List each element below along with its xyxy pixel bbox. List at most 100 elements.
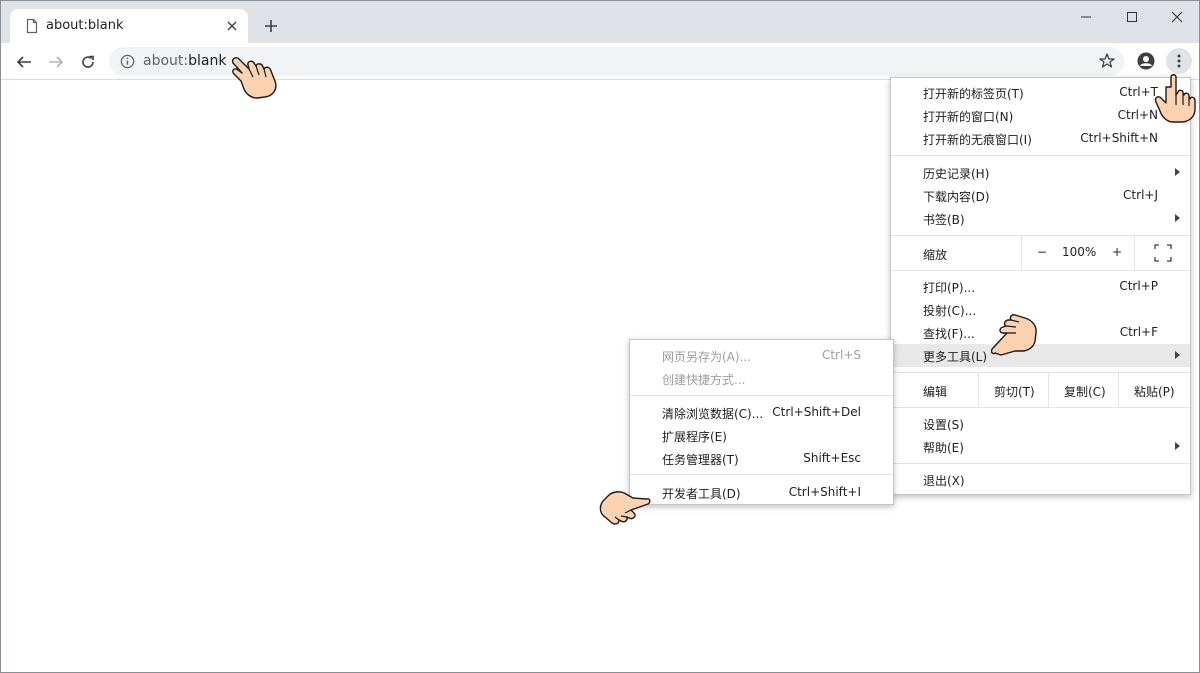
menu-item-label: 创建快捷方式... (662, 373, 746, 387)
zoom-in-button[interactable]: + (1112, 245, 1122, 259)
url-scheme: about: (143, 53, 189, 69)
submenu-item-create-shortcut[interactable]: 创建快捷方式... (630, 367, 893, 390)
menu-item-shortcut: Ctrl+F (1119, 325, 1158, 339)
menu-divider (1118, 373, 1119, 407)
submenu-item-task-manager[interactable]: 任务管理器(T) Shift+Esc (630, 447, 893, 470)
maximize-icon (1127, 12, 1137, 22)
arrow-left-icon (16, 56, 31, 68)
zoom-level: 100% (1062, 245, 1097, 259)
menu-divider (630, 395, 893, 396)
submenu-item-dev-tools[interactable]: 开发者工具(D) Ctrl+Shift+I (630, 481, 893, 504)
main-menu-button[interactable] (1166, 48, 1192, 74)
main-menu: 打开新的标签页(T) Ctrl+T 打开新的窗口(N) Ctrl+N 打开新的无… (890, 77, 1191, 495)
menu-item-label: 任务管理器(T) (662, 453, 739, 467)
zoom-label: 缩放 (923, 248, 948, 262)
menu-item-shortcut: Shift+Esc (803, 451, 861, 465)
profile-icon[interactable] (1136, 51, 1156, 71)
maximize-button[interactable] (1118, 7, 1146, 27)
cut-button[interactable]: 剪切(T) (994, 383, 1035, 400)
menu-item-label: 下载内容(D) (923, 190, 990, 204)
menu-item-new-tab[interactable]: 打开新的标签页(T) Ctrl+T (891, 81, 1190, 104)
menu-divider (1048, 373, 1049, 407)
menu-item-help[interactable]: 帮助(E) (891, 435, 1190, 458)
menu-item-label: 打开新的无痕窗口(I) (923, 133, 1032, 147)
pointing-hand-icon (231, 57, 277, 99)
pointing-hand-icon (599, 491, 651, 525)
back-button[interactable] (13, 51, 35, 73)
menu-divider (891, 270, 1190, 271)
menu-item-label: 打开新的标签页(T) (923, 87, 1024, 101)
menu-item-label: 打开新的窗口(N) (923, 110, 1014, 124)
menu-divider (1021, 236, 1022, 270)
chevron-right-icon (1175, 214, 1180, 222)
submenu-item-extensions[interactable]: 扩展程序(E) (630, 424, 893, 447)
tab-about-blank[interactable]: about:blank (10, 9, 248, 43)
menu-item-history[interactable]: 历史记录(H) (891, 161, 1190, 184)
paste-button[interactable]: 粘贴(P) (1134, 383, 1175, 400)
url-host: blank (188, 53, 227, 69)
new-tab-button[interactable] (261, 16, 281, 36)
chevron-right-icon (1175, 351, 1180, 359)
menu-item-new-window[interactable]: 打开新的窗口(N) Ctrl+N (891, 104, 1190, 127)
submenu-item-clear-data[interactable]: 清除浏览数据(C)... Ctrl+Shift+Del (630, 401, 893, 424)
menu-item-exit[interactable]: 退出(X) (891, 468, 1190, 491)
menu-divider (891, 407, 1190, 408)
fullscreen-icon[interactable] (1154, 244, 1172, 262)
close-window-button[interactable] (1163, 7, 1191, 27)
menu-item-shortcut: Ctrl+Shift+N (1080, 131, 1158, 145)
star-icon[interactable] (1098, 52, 1116, 70)
close-icon (1171, 11, 1183, 23)
menu-divider (978, 373, 979, 407)
menu-item-shortcut: Ctrl+P (1119, 279, 1158, 293)
reload-button[interactable] (77, 51, 99, 73)
menu-item-label: 设置(S) (923, 418, 964, 432)
menu-item-bookmarks[interactable]: 书签(B) (891, 207, 1190, 230)
close-tab-button[interactable] (222, 16, 242, 36)
menu-item-label: 清除浏览数据(C)... (662, 407, 764, 421)
menu-divider (891, 463, 1190, 464)
toolbar: about:blank (1, 43, 1199, 80)
tab-title: about:blank (46, 18, 124, 33)
menu-item-label: 扩展程序(E) (662, 430, 727, 444)
copy-button[interactable]: 复制(C) (1064, 383, 1106, 400)
menu-item-label: 打印(P)... (923, 281, 976, 295)
menu-item-shortcut: Ctrl+J (1123, 188, 1158, 202)
pointing-hand-icon (991, 314, 1037, 356)
arrow-right-icon (49, 56, 64, 68)
url-text[interactable]: about:blank (143, 53, 226, 69)
menu-divider (891, 155, 1190, 156)
menu-item-label: 网页另存为(A)... (662, 350, 752, 364)
menu-item-label: 帮助(E) (923, 441, 964, 455)
zoom-out-button[interactable]: − (1037, 245, 1047, 259)
menu-item-label: 开发者工具(D) (662, 487, 741, 501)
menu-item-downloads[interactable]: 下载内容(D) Ctrl+J (891, 184, 1190, 207)
menu-divider (630, 474, 893, 475)
menu-divider (1134, 236, 1135, 270)
pointing-hand-icon (1154, 74, 1196, 123)
menu-item-label: 更多工具(L) (923, 350, 988, 364)
close-icon (227, 21, 237, 31)
edit-label: 编辑 (923, 385, 948, 399)
menu-item-label: 投射(C)... (923, 304, 977, 318)
menu-zoom-row: 缩放 − 100% + (891, 236, 1190, 270)
menu-item-settings[interactable]: 设置(S) (891, 412, 1190, 435)
more-tools-submenu: 网页另存为(A)... Ctrl+S 创建快捷方式... 清除浏览数据(C)..… (629, 339, 894, 505)
chevron-right-icon (1175, 168, 1180, 176)
minimize-icon (1081, 16, 1091, 18)
info-icon[interactable] (119, 53, 136, 70)
chevron-right-icon (1175, 442, 1180, 450)
more-vertical-icon (1177, 54, 1181, 68)
plus-icon (265, 20, 277, 32)
reload-icon (82, 55, 94, 68)
menu-item-label: 查找(F)... (923, 327, 975, 341)
menu-item-print[interactable]: 打印(P)... Ctrl+P (891, 275, 1190, 298)
minimize-button[interactable] (1072, 7, 1100, 27)
menu-item-shortcut: Ctrl+S (821, 348, 861, 362)
browser-window: about:blank about:blank 打开新的标签页(T) Ctrl+… (0, 0, 1200, 673)
menu-item-new-incognito[interactable]: 打开新的无痕窗口(I) Ctrl+Shift+N (891, 127, 1190, 150)
menu-item-label: 书签(B) (923, 213, 965, 227)
tab-strip: about:blank (1, 1, 1199, 43)
submenu-item-save-as[interactable]: 网页另存为(A)... Ctrl+S (630, 344, 893, 367)
forward-button[interactable] (45, 51, 67, 73)
menu-item-shortcut: Ctrl+Shift+I (788, 485, 861, 499)
